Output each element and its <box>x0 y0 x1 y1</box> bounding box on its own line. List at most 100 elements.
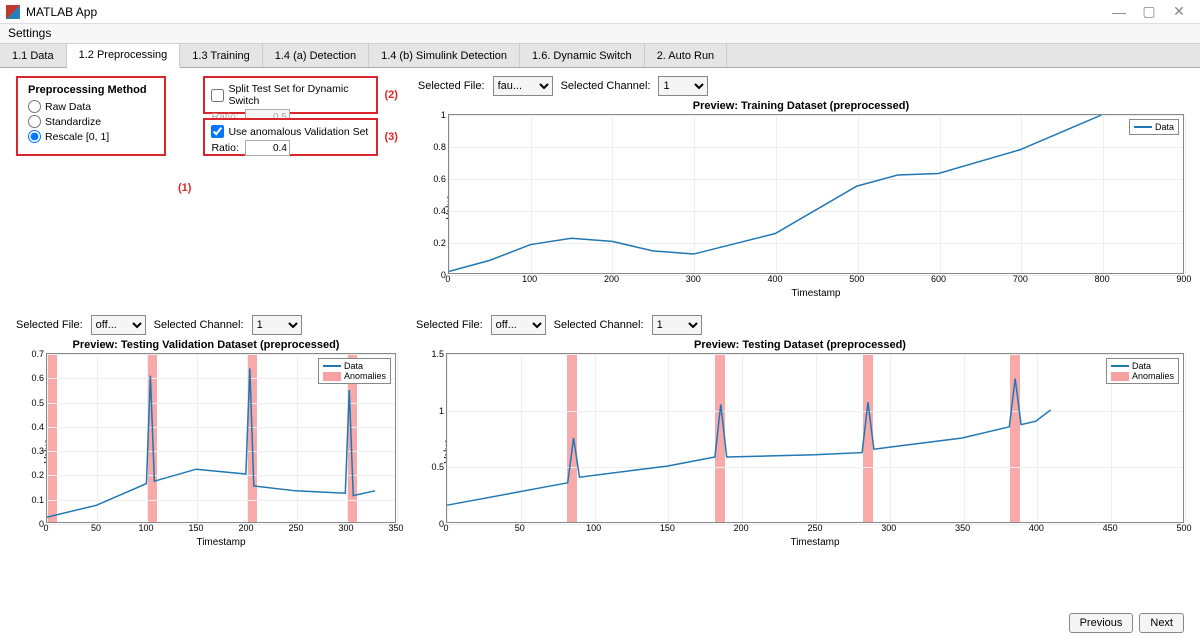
split-test-panel: Split Test Set for Dynamic Switch Ratio: <box>203 76 378 114</box>
x-tick: 900 <box>1176 274 1191 284</box>
preproc-radio-0[interactable] <box>28 100 41 113</box>
x-tick: 450 <box>1103 523 1118 533</box>
valid-chart-title: Preview: Testing Validation Dataset (pre… <box>16 339 396 351</box>
preprocessing-title: Preprocessing Method <box>28 84 154 96</box>
x-tick: 200 <box>734 523 749 533</box>
preprocessing-method-panel: Preprocessing Method Raw Data Standardize… <box>16 76 166 156</box>
menubar: Settings <box>0 24 1200 44</box>
selected-file-label: Selected File: <box>416 319 483 331</box>
training-file-select[interactable]: fau... <box>493 76 553 96</box>
split-test-checkbox[interactable] <box>211 89 224 102</box>
x-axis-label: Timestamp <box>446 537 1184 548</box>
y-tick: 0.4 <box>433 206 449 216</box>
valid-channel-select[interactable]: 1 <box>252 315 302 335</box>
tab-1-1-data[interactable]: 1.1 Data <box>0 44 67 67</box>
x-tick: 700 <box>1013 274 1028 284</box>
valid-file-select[interactable]: off... <box>91 315 146 335</box>
anom-validation-checkbox[interactable] <box>211 125 224 138</box>
x-tick: 0 <box>43 523 48 533</box>
x-tick: 150 <box>188 523 203 533</box>
y-tick: 1 <box>441 110 449 120</box>
close-icon[interactable]: ✕ <box>1164 3 1194 20</box>
x-tick: 50 <box>91 523 101 533</box>
training-chart-title: Preview: Training Dataset (preprocessed) <box>418 100 1184 112</box>
y-tick: 0.5 <box>431 462 447 472</box>
matlab-logo-icon <box>6 5 20 19</box>
x-tick: 100 <box>138 523 153 533</box>
x-tick: 250 <box>807 523 822 533</box>
x-tick: 400 <box>1029 523 1044 533</box>
selected-file-label: Selected File: <box>418 80 485 92</box>
valid-plot: 00.10.20.30.40.50.60.7DataAnomalies <box>46 353 396 523</box>
preproc-radio-1[interactable] <box>28 115 41 128</box>
y-tick: 0.7 <box>31 349 47 359</box>
x-tick: 100 <box>522 274 537 284</box>
x-tick: 300 <box>686 274 701 284</box>
tab-2--auto-run[interactable]: 2. Auto Run <box>645 44 728 67</box>
test-channel-select[interactable]: 1 <box>652 315 702 335</box>
test-plot: 00.511.5DataAnomalies <box>446 353 1184 523</box>
tab-1-3-training[interactable]: 1.3 Training <box>180 44 262 67</box>
x-tick: 300 <box>881 523 896 533</box>
minimize-icon[interactable]: — <box>1104 4 1134 20</box>
legend: Data <box>1129 119 1179 135</box>
x-tick: 200 <box>604 274 619 284</box>
preproc-option-label: Rescale [0, 1] <box>45 131 109 143</box>
x-tick: 400 <box>768 274 783 284</box>
x-tick: 300 <box>338 523 353 533</box>
training-channel-select[interactable]: 1 <box>658 76 708 96</box>
y-tick: 0.4 <box>31 422 47 432</box>
x-tick: 200 <box>238 523 253 533</box>
x-tick: 800 <box>1095 274 1110 284</box>
annotation-1: (1) <box>178 182 191 194</box>
x-tick: 150 <box>660 523 675 533</box>
anom-ratio-label: Ratio: <box>211 142 238 154</box>
y-tick: 0.6 <box>31 373 47 383</box>
next-button[interactable]: Next <box>1139 613 1184 633</box>
training-plot: 00.20.40.60.81Data <box>448 114 1184 274</box>
test-file-select[interactable]: off... <box>491 315 546 335</box>
anom-ratio-input[interactable] <box>245 140 290 156</box>
annotation-3: (3) <box>384 131 397 143</box>
legend: DataAnomalies <box>318 358 391 384</box>
y-tick: 1 <box>439 406 447 416</box>
y-tick: 0.2 <box>31 470 47 480</box>
menu-settings[interactable]: Settings <box>8 26 51 40</box>
y-tick: 0.1 <box>31 495 47 505</box>
y-tick: 0.8 <box>433 142 449 152</box>
tab-1-6--dynamic-switch[interactable]: 1.6. Dynamic Switch <box>520 44 645 67</box>
test-chart-title: Preview: Testing Dataset (preprocessed) <box>416 339 1184 351</box>
legend: DataAnomalies <box>1106 358 1179 384</box>
y-tick: 1.5 <box>431 349 447 359</box>
y-tick: 0.3 <box>31 446 47 456</box>
anom-validation-panel: Use anomalous Validation Set Ratio: <box>203 118 378 156</box>
tab-1-2-preprocessing[interactable]: 1.2 Preprocessing <box>67 44 181 68</box>
selected-channel-label: Selected Channel: <box>154 319 244 331</box>
tab-strip: 1.1 Data1.2 Preprocessing1.3 Training1.4… <box>0 44 1200 68</box>
maximize-icon[interactable]: ▢ <box>1134 3 1164 20</box>
selected-channel-label: Selected Channel: <box>561 80 651 92</box>
titlebar: MATLAB App — ▢ ✕ <box>0 0 1200 24</box>
x-tick: 500 <box>1176 523 1191 533</box>
y-tick: 0.2 <box>433 238 449 248</box>
y-tick: 0.6 <box>433 174 449 184</box>
x-tick: 100 <box>586 523 601 533</box>
split-test-label: Split Test Set for Dynamic Switch <box>228 83 370 107</box>
x-tick: 0 <box>445 274 450 284</box>
y-tick: 0.5 <box>31 398 47 408</box>
preproc-option-label: Raw Data <box>45 101 91 113</box>
x-axis-label: Timestamp <box>46 537 396 548</box>
x-tick: 250 <box>288 523 303 533</box>
x-tick: 500 <box>849 274 864 284</box>
x-tick: 350 <box>388 523 403 533</box>
selected-channel-label: Selected Channel: <box>554 319 644 331</box>
preproc-option-label: Standardize <box>45 116 101 128</box>
x-tick: 350 <box>955 523 970 533</box>
tab-1-4--b--simulink-detection[interactable]: 1.4 (b) Simulink Detection <box>369 44 520 67</box>
previous-button[interactable]: Previous <box>1069 613 1134 633</box>
x-tick: 600 <box>931 274 946 284</box>
tab-1-4--a--detection[interactable]: 1.4 (a) Detection <box>263 44 369 67</box>
preproc-radio-2[interactable] <box>28 130 41 143</box>
annotation-2: (2) <box>384 89 397 101</box>
x-tick: 0 <box>443 523 448 533</box>
